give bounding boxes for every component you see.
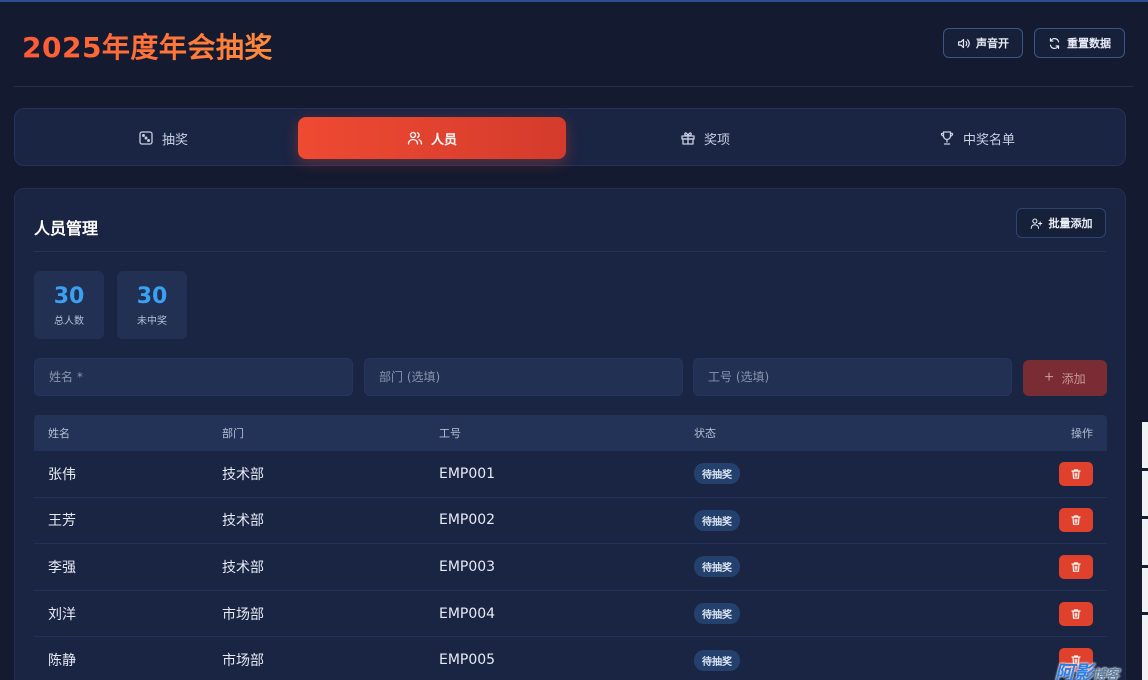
- tab-people-label: 人员: [430, 132, 457, 148]
- tab-lottery-label: 抽奖: [161, 132, 188, 148]
- cell-name: 张伟: [48, 466, 76, 483]
- edge-mark: [1142, 565, 1148, 568]
- reset-data-label: 重置数据: [1067, 37, 1111, 50]
- cell-name: 刘洋: [48, 606, 76, 623]
- page-title: 2025年度年会抽奖: [22, 26, 273, 66]
- cell-department: 技术部: [222, 513, 264, 530]
- cell-employee-id: EMP004: [439, 605, 496, 622]
- trash-icon: [1071, 608, 1081, 619]
- refresh-icon: [1049, 37, 1060, 49]
- edge-strip: [1142, 422, 1148, 680]
- status-badge: 待抽奖: [694, 463, 740, 485]
- table-header: 姓名 部门 工号 状态 操作: [34, 415, 1107, 451]
- trash-icon: [1071, 469, 1081, 479]
- sound-toggle-label: 声音开: [976, 37, 1009, 50]
- table-row: 王芳 技术部 EMP002 待抽奖: [34, 498, 1107, 545]
- panel-title: 人员管理: [34, 219, 99, 238]
- speaker-icon: [958, 38, 970, 48]
- status-badge: 待抽奖: [694, 556, 740, 578]
- plus-icon: +: [1044, 369, 1054, 386]
- cell-department: 技术部: [222, 559, 264, 576]
- cell-department: 市场部: [222, 606, 264, 623]
- watermark: 阿影博客: [1055, 658, 1119, 680]
- column-header-actions: 操作: [1071, 427, 1093, 440]
- stat-total-value: 30: [53, 283, 85, 309]
- delete-button[interactable]: [1059, 461, 1093, 486]
- add-person-label: 添加: [1061, 371, 1086, 386]
- cell-name: 李强: [48, 559, 76, 576]
- cell-department: 技术部: [222, 466, 264, 483]
- trophy-icon: [940, 131, 954, 145]
- tab-winners-label: 中奖名单: [962, 132, 1015, 148]
- stat-not-won: 30 未中奖: [117, 271, 187, 339]
- status-badge: 待抽奖: [694, 603, 740, 625]
- name-input[interactable]: [34, 358, 353, 396]
- department-input[interactable]: [364, 358, 683, 396]
- table-row: 刘洋 市场部 EMP004 待抽奖: [34, 591, 1107, 638]
- cell-employee-id: EMP001: [439, 465, 496, 482]
- trash-icon: [1071, 515, 1081, 526]
- column-header-department: 部门: [222, 427, 244, 440]
- column-header-status: 状态: [694, 427, 716, 440]
- people-table: 姓名 部门 工号 状态 操作 张伟 技术部 EMP001 待抽奖 王芳 技术部 …: [34, 415, 1107, 680]
- panel-divider: [34, 251, 1106, 252]
- dice-icon: [139, 131, 153, 145]
- main-tabs: 抽奖 人员 奖项 中奖名单: [14, 108, 1126, 166]
- cell-employee-id: EMP002: [439, 512, 496, 529]
- table-row: 李强 技术部 EMP003 待抽奖: [34, 544, 1107, 591]
- trash-icon: [1071, 562, 1081, 572]
- users-icon: [407, 131, 423, 145]
- tab-prizes-label: 奖项: [703, 132, 730, 148]
- column-header-name: 姓名: [48, 427, 70, 440]
- app-header: 2025年度年会抽奖 声音开 重置数据: [0, 2, 1148, 88]
- stat-not-won-value: 30: [136, 283, 168, 309]
- watermark-main: 阿影: [1055, 662, 1094, 680]
- watermark-suffix: 博客: [1093, 668, 1120, 680]
- tab-prizes[interactable]: 奖项: [571, 117, 839, 159]
- edge-mark: [1142, 468, 1148, 471]
- cell-name: 王芳: [48, 513, 76, 530]
- add-person-button[interactable]: + 添加: [1023, 360, 1107, 396]
- bulk-add-button[interactable]: 批量添加: [1016, 208, 1106, 238]
- delete-button[interactable]: [1059, 508, 1093, 533]
- cell-employee-id: EMP003: [439, 558, 496, 575]
- tab-people[interactable]: 人员: [298, 117, 566, 159]
- people-management-panel: 人员管理 批量添加 30 总人数 30 未中奖 + 添加 姓名 部门 工号 状态…: [14, 188, 1126, 680]
- cell-name: 陈静: [48, 653, 76, 670]
- header-divider: [14, 86, 1134, 87]
- status-badge: 待抽奖: [694, 649, 740, 671]
- edge-mark: [1142, 516, 1148, 519]
- stat-total-people: 30 总人数: [34, 271, 104, 339]
- bulk-add-label: 批量添加: [1048, 217, 1093, 230]
- table-row: 陈静 市场部 EMP005 待抽奖: [34, 637, 1107, 680]
- delete-button[interactable]: [1059, 554, 1093, 579]
- employee-id-input[interactable]: [693, 358, 1012, 396]
- reset-data-button[interactable]: 重置数据: [1034, 28, 1125, 58]
- table-row: 张伟 技术部 EMP001 待抽奖: [34, 451, 1107, 498]
- delete-button[interactable]: [1059, 601, 1093, 626]
- edge-mark: [1142, 612, 1148, 615]
- cell-employee-id: EMP005: [439, 652, 496, 669]
- tab-lottery[interactable]: 抽奖: [29, 117, 297, 159]
- tab-winners[interactable]: 中奖名单: [843, 117, 1111, 159]
- cell-department: 市场部: [222, 653, 264, 670]
- stat-not-won-label: 未中奖: [137, 315, 167, 327]
- stat-total-label: 总人数: [54, 315, 84, 327]
- sound-toggle-button[interactable]: 声音开: [943, 28, 1023, 58]
- status-badge: 待抽奖: [694, 509, 740, 531]
- column-header-employee-id: 工号: [439, 427, 461, 440]
- user-plus-icon: [1030, 218, 1042, 229]
- gift-icon: [681, 132, 695, 145]
